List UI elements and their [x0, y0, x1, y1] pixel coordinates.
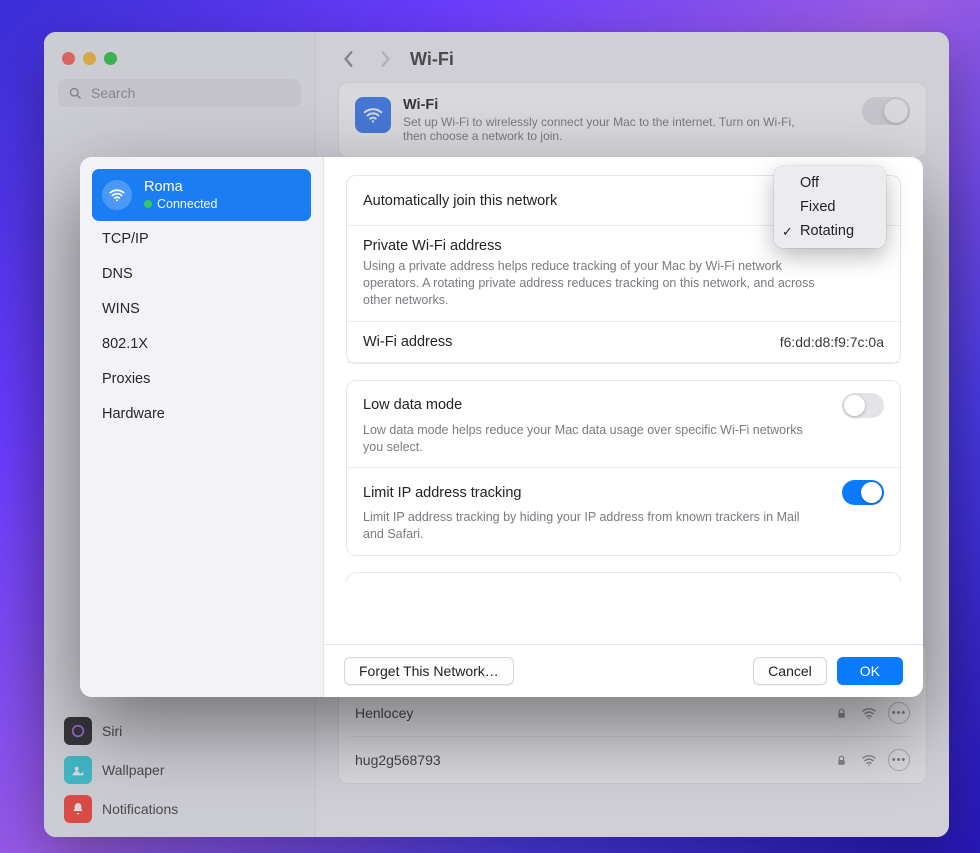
cancel-button[interactable]: Cancel [753, 657, 827, 685]
tab-8021x[interactable]: 802.1X [92, 327, 311, 361]
network-name: Henlocey [355, 705, 413, 721]
tab-wins[interactable]: WINS [92, 292, 311, 326]
sidebar-item-siri[interactable]: Siri [58, 713, 302, 749]
tab-proxies[interactable]: Proxies [92, 362, 311, 396]
search-input[interactable] [91, 85, 291, 101]
network-name: hug2g568793 [355, 752, 441, 768]
low-data-toggle[interactable] [842, 393, 884, 418]
wifi-card-title: Wi-Fi [403, 97, 803, 113]
menu-option-fixed[interactable]: Fixed [774, 195, 886, 219]
wifi-icon [102, 180, 132, 210]
window-controls [58, 46, 301, 79]
ok-button[interactable]: OK [837, 657, 903, 685]
wifi-address-value: f6:dd:d8:f9:7c:0a [780, 334, 884, 350]
lock-icon [832, 751, 850, 769]
network-details-sheet: Roma Connected TCP/IP DNS WINS 802.1X Pr… [80, 157, 923, 697]
siri-icon [64, 717, 92, 745]
tab-dns[interactable]: DNS [92, 257, 311, 291]
zoom-window-button[interactable] [104, 52, 117, 65]
close-window-button[interactable] [62, 52, 75, 65]
tab-tcpip[interactable]: TCP/IP [92, 222, 311, 256]
auto-join-label: Automatically join this network [363, 193, 557, 209]
wallpaper-icon [64, 756, 92, 784]
wifi-master-toggle[interactable] [862, 97, 910, 125]
minimize-window-button[interactable] [83, 52, 96, 65]
network-more-button[interactable]: ••• [888, 702, 910, 724]
limit-ip-desc: Limit IP address tracking by hiding your… [363, 509, 818, 543]
limit-ip-row: Limit IP address tracking Limit IP addre… [347, 468, 900, 555]
signal-icon [860, 751, 878, 769]
network-row[interactable]: hug2g568793 ••• [351, 736, 914, 783]
low-data-desc: Low data mode helps reduce your Mac data… [363, 422, 818, 456]
menu-option-off[interactable]: Off [774, 171, 886, 195]
sidebar-item-notifications[interactable]: Notifications [58, 791, 302, 827]
wifi-card-desc: Set up Wi-Fi to wirelessly connect your … [403, 115, 803, 143]
wifi-address-row: Wi-Fi address f6:dd:d8:f9:7c:0a [347, 322, 900, 363]
limit-ip-toggle[interactable] [842, 480, 884, 505]
lock-icon [832, 704, 850, 722]
nav-back-button[interactable] [338, 48, 360, 70]
menu-option-rotating[interactable]: ✓Rotating [774, 219, 886, 243]
tab-hardware[interactable]: Hardware [92, 397, 311, 431]
sidebar-item-wallpaper[interactable]: Wallpaper [58, 752, 302, 788]
private-address-label: Private Wi-Fi address [363, 238, 502, 254]
sheet-sidebar: Roma Connected TCP/IP DNS WINS 802.1X Pr… [80, 157, 324, 697]
private-address-menu[interactable]: Off Fixed ✓Rotating [774, 166, 886, 248]
page-title: Wi-Fi [410, 49, 454, 70]
sidebar-item-label: Siri [102, 723, 122, 739]
search-box[interactable] [58, 79, 301, 107]
wifi-address-label: Wi-Fi address [363, 334, 452, 350]
wifi-icon [355, 97, 391, 133]
status-dot-icon [144, 200, 152, 208]
tab-network-overview[interactable]: Roma Connected [92, 169, 311, 221]
sidebar-item-label: Wallpaper [102, 762, 165, 778]
forget-network-button[interactable]: Forget This Network… [344, 657, 514, 685]
bell-icon [64, 795, 92, 823]
sheet-footer: Forget This Network… Cancel OK [324, 644, 923, 697]
private-address-desc: Using a private address helps reduce tra… [363, 258, 818, 309]
network-name: Roma [144, 179, 217, 196]
low-data-row: Low data mode Low data mode helps reduce… [347, 381, 900, 469]
nav-forward-button[interactable] [374, 48, 396, 70]
limit-ip-label: Limit IP address tracking [363, 485, 522, 501]
network-more-button[interactable]: ••• [888, 749, 910, 771]
wifi-summary-card: Wi-Fi Set up Wi-Fi to wirelessly connect… [338, 82, 927, 158]
checkmark-icon: ✓ [782, 224, 793, 240]
low-data-label: Low data mode [363, 397, 462, 413]
network-status: Connected [144, 197, 217, 211]
signal-icon [860, 704, 878, 722]
sidebar-item-label: Notifications [102, 801, 178, 817]
search-icon [68, 86, 83, 101]
